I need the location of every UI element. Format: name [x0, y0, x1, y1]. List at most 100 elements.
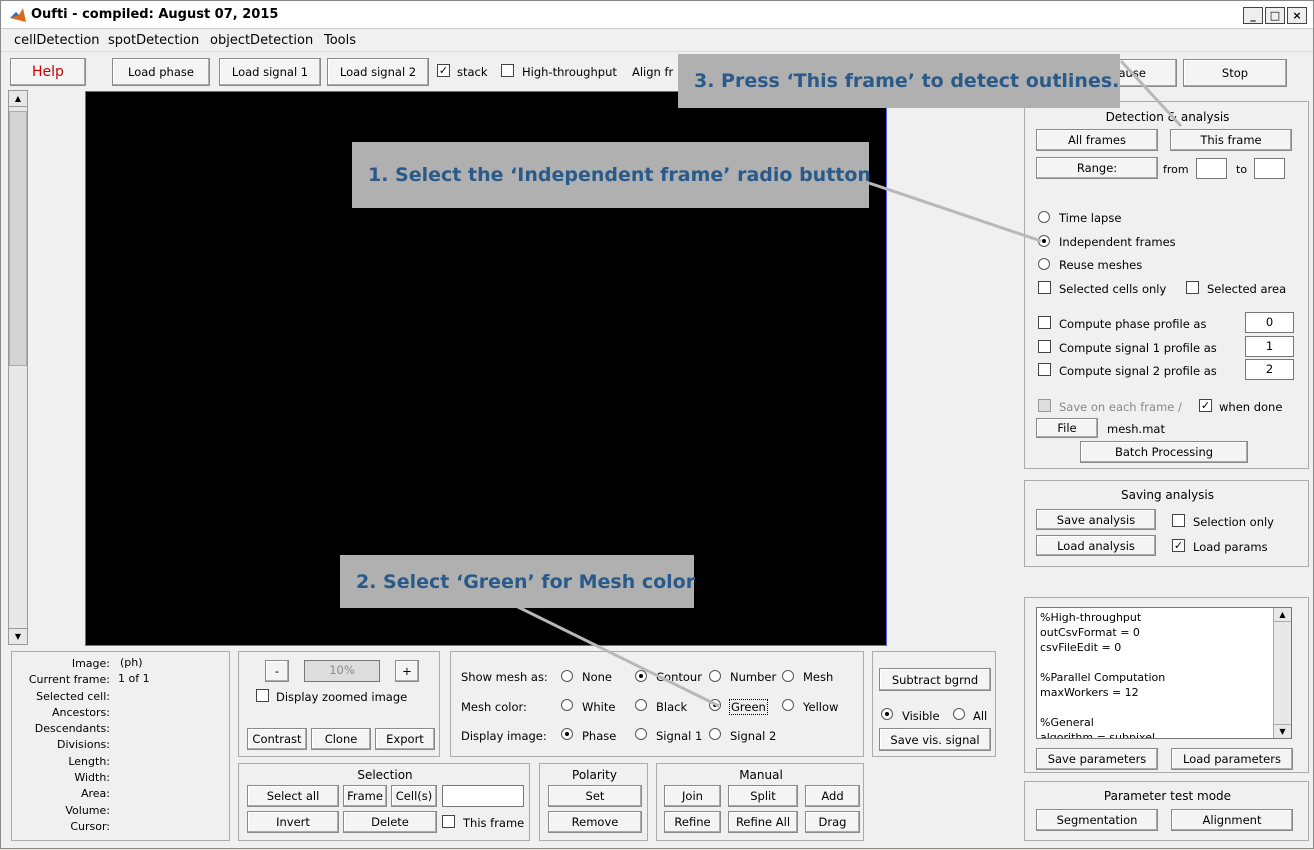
this-frame-checkbox[interactable] — [442, 815, 455, 828]
join-button[interactable]: Join — [664, 785, 721, 807]
all-frames-button[interactable]: All frames — [1036, 129, 1158, 151]
phase-profile-checkbox[interactable] — [1038, 316, 1051, 329]
mesh-number-radio[interactable] — [709, 670, 721, 682]
load-params-checkbox[interactable]: ✓ — [1172, 539, 1185, 552]
display-signal1-radio[interactable] — [635, 728, 647, 740]
selection-only-label: Selection only — [1193, 515, 1274, 529]
selected-area-label: Selected area — [1207, 282, 1287, 296]
range-from-input[interactable] — [1196, 158, 1227, 179]
signal2-profile-input[interactable]: 2 — [1245, 359, 1294, 380]
selected-cells-checkbox[interactable] — [1038, 281, 1051, 294]
scroll-down-icon[interactable]: ▼ — [1274, 724, 1291, 738]
select-all-button[interactable]: Select all — [247, 785, 339, 807]
batch-processing-button[interactable]: Batch Processing — [1080, 441, 1248, 463]
menu-celldetection[interactable]: cellDetection — [14, 33, 100, 48]
stop-button[interactable]: Stop — [1183, 59, 1287, 87]
add-button[interactable]: Add — [805, 785, 860, 807]
this-frame-button[interactable]: This frame — [1170, 129, 1292, 151]
polarity-set-button[interactable]: Set — [548, 785, 642, 807]
file-button[interactable]: File — [1036, 418, 1098, 438]
mesh-contour-radio[interactable] — [635, 670, 647, 682]
select-frame-button[interactable]: Frame — [343, 785, 387, 807]
drag-button[interactable]: Drag — [805, 811, 860, 833]
save-parameters-button[interactable]: Save parameters — [1036, 748, 1158, 770]
scroll-down-icon[interactable]: ▼ — [9, 628, 27, 644]
signal1-profile-input[interactable]: 1 — [1245, 336, 1294, 357]
phase-profile-input[interactable]: 0 — [1245, 312, 1294, 333]
minimize-button[interactable]: _ — [1243, 7, 1263, 24]
save-analysis-button[interactable]: Save analysis — [1036, 509, 1156, 530]
range-to-input[interactable] — [1254, 158, 1285, 179]
mesh-none-label: None — [582, 670, 613, 684]
time-lapse-radio[interactable] — [1038, 211, 1050, 223]
param-line: %General — [1040, 716, 1094, 729]
load-signal1-button[interactable]: Load signal 1 — [219, 58, 321, 86]
invert-button[interactable]: Invert — [247, 811, 339, 833]
all-radio[interactable] — [953, 708, 965, 720]
zoom-level-field[interactable]: 10% — [304, 660, 380, 682]
export-button[interactable]: Export — [375, 728, 435, 750]
delete-button[interactable]: Delete — [343, 811, 437, 833]
display-image-label: Display image: — [461, 729, 547, 743]
all-label: All — [973, 709, 988, 723]
display-phase-radio[interactable] — [561, 728, 573, 740]
save-each-frame-checkbox[interactable] — [1038, 399, 1051, 412]
zoom-out-button[interactable]: - — [265, 660, 289, 682]
when-done-checkbox[interactable]: ✓ — [1199, 399, 1212, 412]
load-signal2-button[interactable]: Load signal 2 — [327, 58, 429, 86]
color-white-radio[interactable] — [561, 699, 573, 711]
mesh-none-radio[interactable] — [561, 670, 573, 682]
range-button[interactable]: Range: — [1036, 157, 1158, 179]
independent-frames-radio[interactable] — [1038, 235, 1050, 247]
segmentation-button[interactable]: Segmentation — [1036, 809, 1158, 831]
color-yellow-radio[interactable] — [782, 699, 794, 711]
mesh-mesh-radio[interactable] — [782, 670, 794, 682]
info-length-label: Length: — [68, 754, 110, 768]
help-button[interactable]: Help — [10, 58, 86, 86]
params-scrollbar[interactable]: ▲ ▼ — [1273, 608, 1291, 738]
contrast-button[interactable]: Contrast — [247, 728, 307, 750]
visible-radio[interactable] — [881, 708, 893, 720]
color-green-radio[interactable] — [709, 699, 721, 711]
select-cells-button[interactable]: Cell(s) — [391, 785, 437, 807]
split-button[interactable]: Split — [728, 785, 798, 807]
selection-only-checkbox[interactable] — [1172, 514, 1185, 527]
signal2-profile-checkbox[interactable] — [1038, 363, 1051, 376]
display-zoomed-checkbox[interactable] — [256, 689, 269, 702]
callout-green-mesh: 2. Select ‘Green’ for Mesh color — [340, 555, 695, 608]
signal1-profile-checkbox[interactable] — [1038, 340, 1051, 353]
reuse-meshes-radio[interactable] — [1038, 258, 1050, 270]
alignment-button[interactable]: Alignment — [1171, 809, 1293, 831]
high-throughput-checkbox[interactable] — [501, 64, 514, 77]
refine-button[interactable]: Refine — [664, 811, 721, 833]
load-parameters-button[interactable]: Load parameters — [1171, 748, 1293, 770]
menu-objectdetection[interactable]: objectDetection — [210, 33, 313, 48]
load-analysis-button[interactable]: Load analysis — [1036, 535, 1156, 556]
display-signal2-radio[interactable] — [709, 728, 721, 740]
polarity-remove-button[interactable]: Remove — [548, 811, 642, 833]
selected-area-checkbox[interactable] — [1186, 281, 1199, 294]
parameters-textbox[interactable]: %High-throughput outCsvFormat = 0 csvFil… — [1036, 607, 1292, 739]
refine-all-button[interactable]: Refine All — [728, 811, 798, 833]
clone-button[interactable]: Clone — [311, 728, 371, 750]
subtract-bgrnd-button[interactable]: Subtract bgrnd — [879, 668, 991, 691]
close-button[interactable]: × — [1287, 7, 1307, 24]
scroll-thumb[interactable] — [9, 111, 27, 366]
stack-checkbox[interactable]: ✓ — [437, 64, 450, 77]
color-black-radio[interactable] — [635, 699, 647, 711]
save-vis-signal-button[interactable]: Save vis. signal — [879, 728, 991, 751]
info-volume-label: Volume: — [65, 803, 110, 817]
callout-this-frame: 3. Press ‘This frame’ to detect outlines… — [678, 54, 1120, 108]
param-line: outCsvFormat = 0 — [1040, 626, 1140, 639]
vertical-scrollbar[interactable]: ▲ ▼ — [8, 90, 28, 645]
menu-spotdetection[interactable]: spotDetection — [108, 33, 199, 48]
cells-input[interactable] — [442, 785, 524, 807]
load-phase-button[interactable]: Load phase — [112, 58, 210, 86]
app-window: Oufti - compiled: August 07, 2015 _ □ × … — [0, 0, 1314, 849]
maximize-button[interactable]: □ — [1265, 7, 1285, 24]
zoom-in-button[interactable]: + — [395, 660, 419, 682]
menu-tools[interactable]: Tools — [324, 33, 356, 48]
display-signal1-label: Signal 1 — [656, 729, 703, 743]
scroll-up-icon[interactable]: ▲ — [1274, 608, 1291, 622]
scroll-up-icon[interactable]: ▲ — [9, 91, 27, 107]
